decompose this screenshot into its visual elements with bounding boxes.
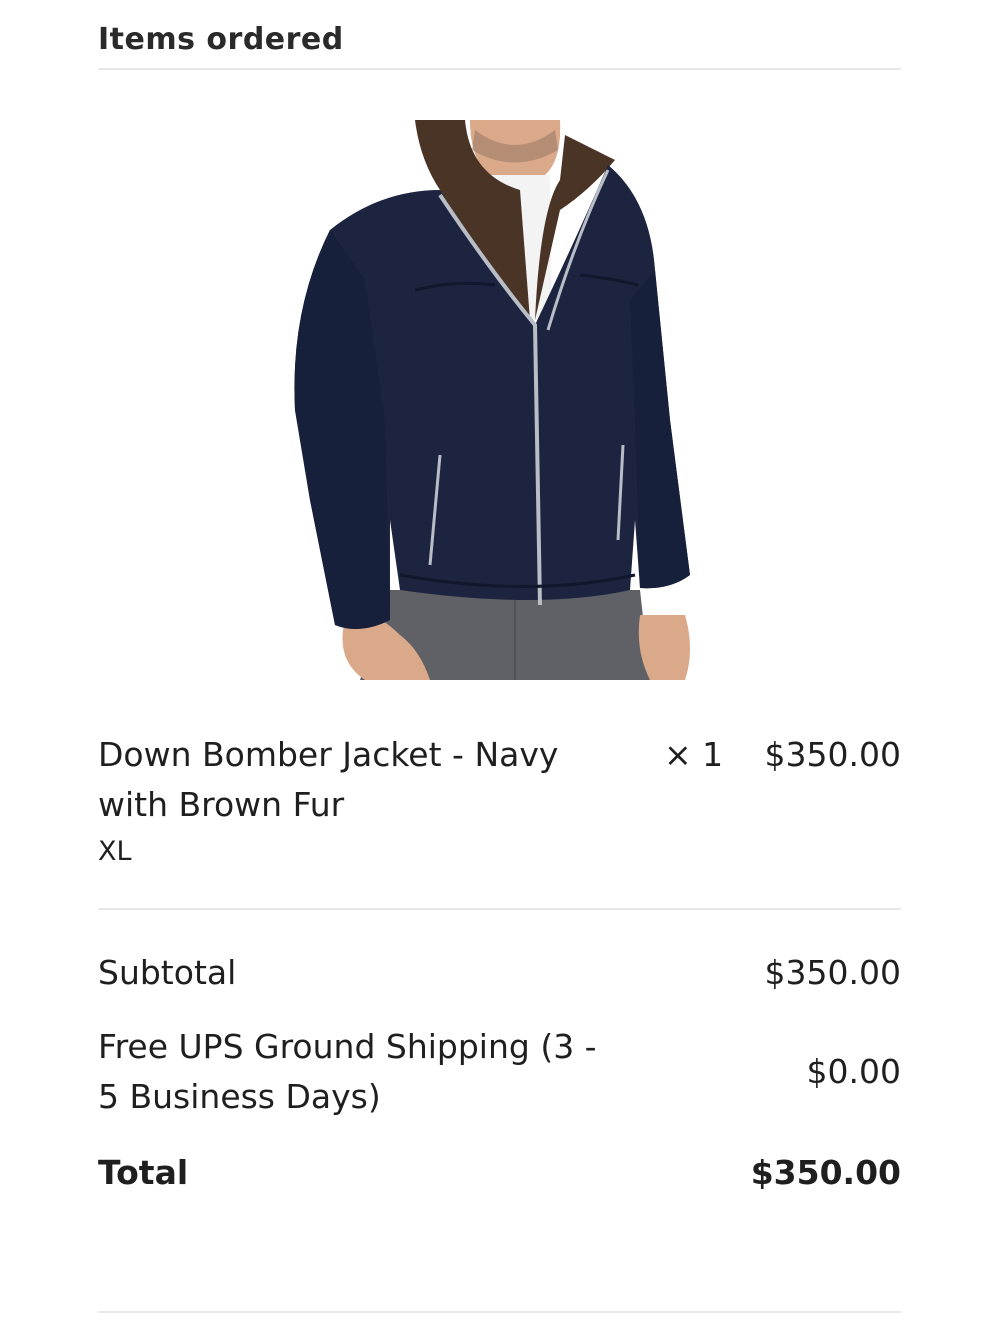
order-summary-page: Items ordered Down Bomber Jacket - Navy … — [0, 0, 1000, 1330]
shipping-label: Free UPS Ground Shipping (3 - 5 Business… — [98, 1027, 597, 1116]
subtotal-label: Subtotal — [98, 953, 237, 992]
item-quantity: × 1 — [664, 735, 724, 774]
item-name: Down Bomber Jacket - Navy with Brown Fur — [98, 735, 559, 824]
divider — [98, 68, 901, 70]
total-label: Total — [98, 1153, 189, 1192]
product-image — [294, 120, 690, 680]
right-hand — [638, 615, 690, 680]
line-item: Down Bomber Jacket - Navy with Brown Fur… — [98, 730, 901, 880]
shipping-value: $0.00 — [806, 1052, 901, 1091]
divider — [98, 1311, 901, 1313]
item-variant: XL — [98, 836, 132, 867]
total-value: $350.00 — [750, 1153, 901, 1192]
divider — [98, 908, 901, 910]
subtotal-value: $350.00 — [764, 953, 901, 992]
section-title: Items ordered — [98, 22, 344, 57]
item-price: $350.00 — [764, 735, 901, 774]
